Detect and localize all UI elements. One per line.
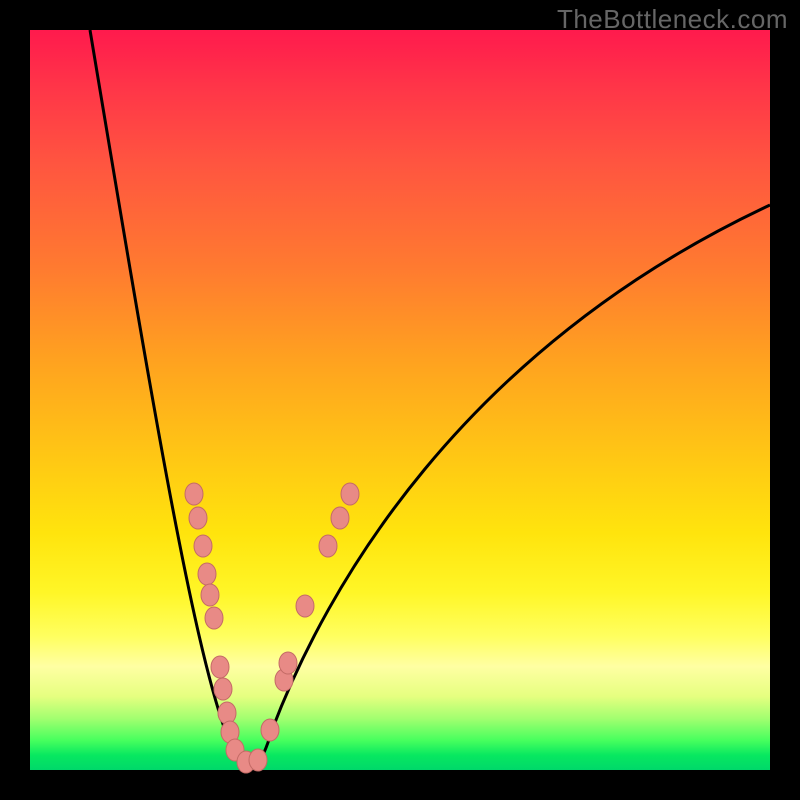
data-marker xyxy=(218,702,236,724)
data-marker xyxy=(261,719,279,741)
main-curve xyxy=(90,30,770,767)
data-marker xyxy=(214,678,232,700)
data-marker xyxy=(296,595,314,617)
data-marker xyxy=(201,584,219,606)
curve-svg xyxy=(30,30,770,770)
chart-frame: TheBottleneck.com xyxy=(0,0,800,800)
data-marker xyxy=(185,483,203,505)
data-marker xyxy=(341,483,359,505)
data-markers xyxy=(185,483,359,773)
watermark-text: TheBottleneck.com xyxy=(557,4,788,35)
data-marker xyxy=(279,652,297,674)
data-marker xyxy=(211,656,229,678)
data-marker xyxy=(194,535,212,557)
data-marker xyxy=(189,507,207,529)
data-marker xyxy=(249,749,267,771)
data-marker xyxy=(198,563,216,585)
data-marker xyxy=(205,607,223,629)
plot-area xyxy=(30,30,770,770)
data-marker xyxy=(331,507,349,529)
data-marker xyxy=(319,535,337,557)
